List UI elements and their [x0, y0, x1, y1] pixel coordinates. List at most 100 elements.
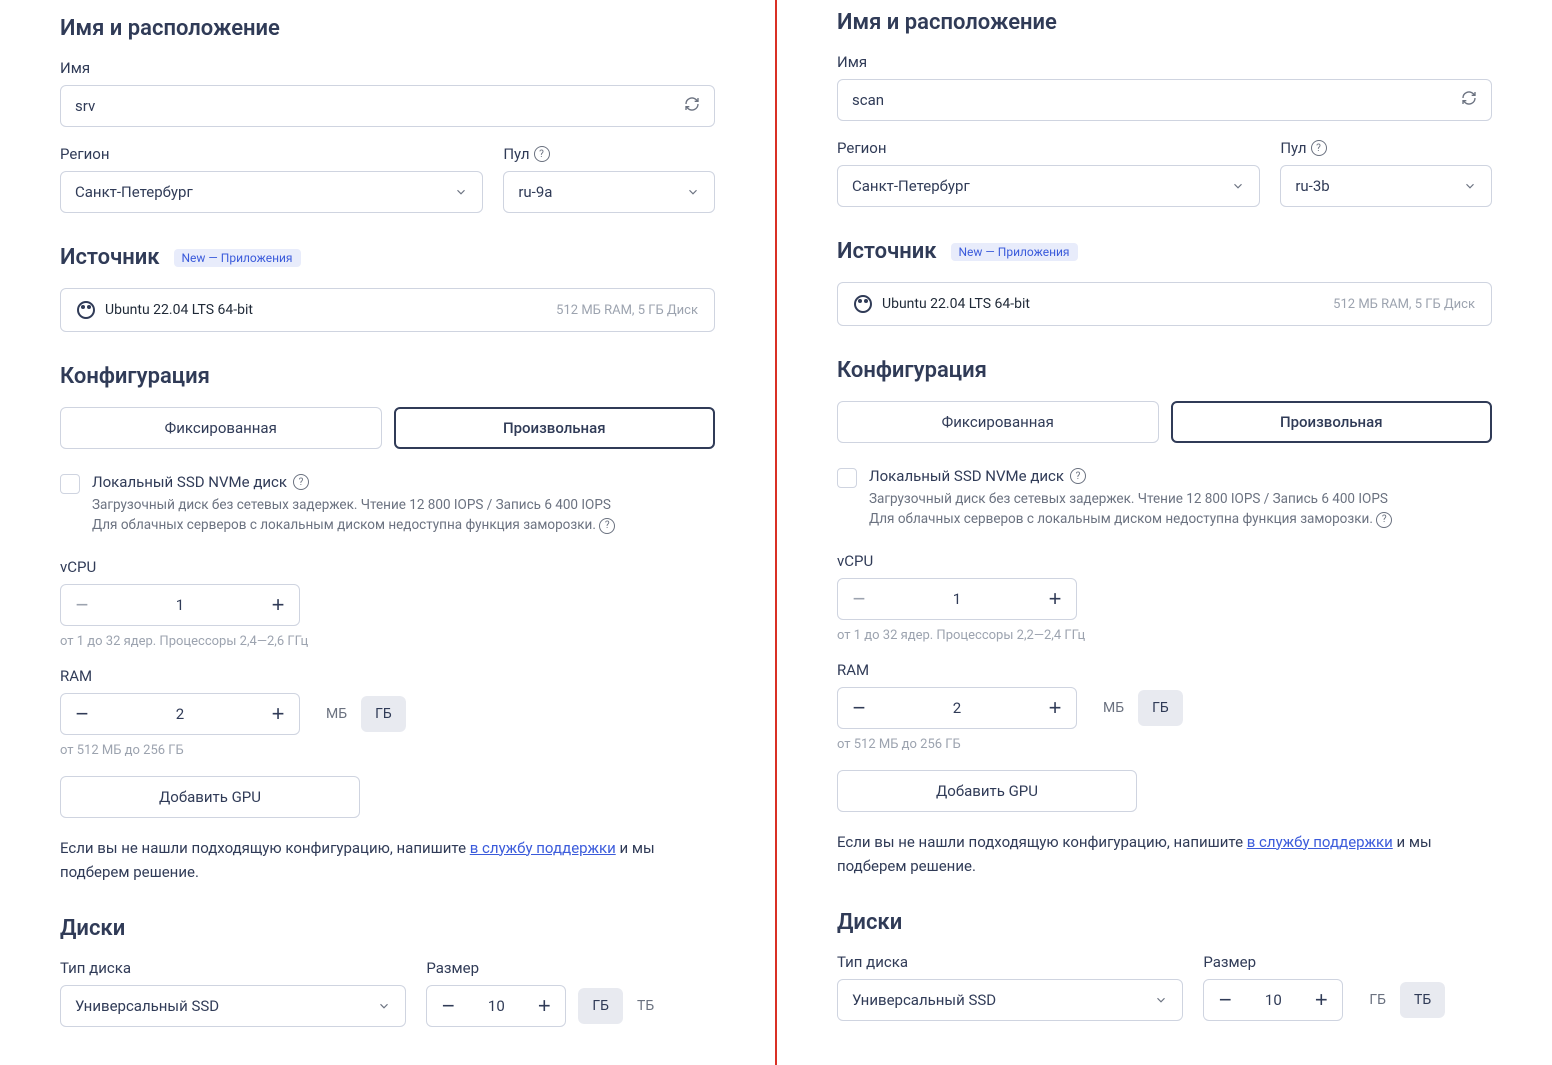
size-unit-toggle[interactable]: ГБ ТБ	[578, 988, 668, 1024]
size-unit-gb[interactable]: ГБ	[578, 988, 623, 1024]
disk-type-label: Тип диска	[60, 959, 406, 977]
local-ssd-checkbox[interactable]	[60, 474, 80, 494]
help-icon[interactable]: ?	[1070, 468, 1086, 484]
name-label: Имя	[837, 53, 1492, 71]
ram-value: 2	[880, 699, 1034, 717]
vcpu-hint: от 1 до 32 ядер. Процессоры 2,4—2,6 ГГц	[60, 634, 715, 649]
disk-type-value: Универсальный SSD	[852, 991, 996, 1009]
name-input-field[interactable]	[75, 97, 684, 115]
region-select[interactable]: Санкт-Петербург	[60, 171, 483, 213]
size-unit-tb[interactable]: ТБ	[623, 988, 668, 1024]
disk-type-value: Универсальный SSD	[75, 997, 219, 1015]
size-minus-button[interactable]: −	[1204, 980, 1246, 1020]
disk-type-label: Тип диска	[837, 953, 1183, 971]
ram-unit-toggle[interactable]: МБ ГБ	[1089, 690, 1183, 726]
vcpu-minus-button[interactable]: −	[61, 585, 103, 625]
ram-plus-button[interactable]: +	[1034, 688, 1076, 728]
help-icon[interactable]: ?	[599, 518, 615, 534]
section-title-name-location: Имя и расположение	[837, 10, 1492, 35]
help-icon[interactable]: ?	[534, 146, 550, 162]
ssd-desc-1: Загрузочный диск без сетевых задержек. Ч…	[869, 489, 1392, 509]
vcpu-minus-button[interactable]: −	[838, 579, 880, 619]
source-title: Источник	[60, 245, 160, 270]
disks-title: Диски	[60, 916, 715, 941]
vcpu-plus-button[interactable]: +	[257, 585, 299, 625]
ram-stepper[interactable]: − 2 +	[837, 687, 1077, 729]
vcpu-label: vCPU	[60, 558, 715, 576]
new-badge: New — Приложения	[951, 243, 1078, 261]
pool-label: Пул?	[503, 145, 715, 163]
disk-type-select[interactable]: Универсальный SSD	[837, 979, 1183, 1021]
source-box[interactable]: Ubuntu 22.04 LTS 64-bit 512 МБ RAM, 5 ГБ…	[60, 288, 715, 332]
ram-minus-button[interactable]: −	[61, 694, 103, 734]
vcpu-value: 1	[103, 596, 257, 614]
vcpu-stepper[interactable]: − 1 +	[837, 578, 1077, 620]
ram-unit-mb[interactable]: МБ	[1089, 690, 1138, 726]
chevron-down-icon	[1463, 179, 1477, 193]
vcpu-stepper[interactable]: − 1 +	[60, 584, 300, 626]
ssd-desc-2: Для облачных серверов с локальным диском…	[869, 509, 1392, 529]
size-unit-gb[interactable]: ГБ	[1355, 982, 1400, 1018]
config-fixed-button[interactable]: Фиксированная	[60, 407, 382, 449]
ram-stepper[interactable]: − 2 +	[60, 693, 300, 735]
new-badge: New — Приложения	[174, 249, 301, 267]
vcpu-plus-button[interactable]: +	[1034, 579, 1076, 619]
local-ssd-checkbox[interactable]	[837, 468, 857, 488]
size-label: Размер	[1203, 953, 1492, 971]
region-label: Регион	[60, 145, 483, 163]
support-link[interactable]: в службу поддержки	[470, 839, 616, 857]
ram-minus-button[interactable]: −	[838, 688, 880, 728]
ssd-title: Локальный SSD NVMe диск	[869, 467, 1064, 485]
chevron-down-icon	[1154, 993, 1168, 1007]
pane-left: Имя и расположение Имя Регион Санкт-Пете…	[0, 0, 777, 1065]
ram-value: 2	[103, 705, 257, 723]
support-text: Если вы не нашли подходящую конфигурацию…	[60, 836, 715, 884]
size-plus-button[interactable]: +	[1300, 980, 1342, 1020]
source-box[interactable]: Ubuntu 22.04 LTS 64-bit 512 МБ RAM, 5 ГБ…	[837, 282, 1492, 326]
ram-plus-button[interactable]: +	[257, 694, 299, 734]
pane-right: Имя и расположение Имя Регион Санкт-Пете…	[777, 0, 1552, 1065]
refresh-icon[interactable]	[1461, 90, 1477, 110]
source-os: Ubuntu 22.04 LTS 64-bit	[882, 296, 1030, 312]
help-icon[interactable]: ?	[293, 474, 309, 490]
chevron-down-icon	[686, 185, 700, 199]
ubuntu-icon	[77, 301, 95, 319]
config-custom-button[interactable]: Произвольная	[394, 407, 716, 449]
support-text: Если вы не нашли подходящую конфигурацию…	[837, 830, 1492, 878]
disk-type-select[interactable]: Универсальный SSD	[60, 985, 406, 1027]
pool-value: ru-3b	[1295, 177, 1329, 195]
ubuntu-icon	[854, 295, 872, 313]
size-unit-tb[interactable]: ТБ	[1400, 982, 1445, 1018]
ram-unit-toggle[interactable]: МБ ГБ	[312, 696, 406, 732]
pool-value: ru-9a	[518, 183, 552, 201]
refresh-icon[interactable]	[684, 96, 700, 116]
config-custom-button[interactable]: Произвольная	[1171, 401, 1493, 443]
size-stepper[interactable]: − 10 +	[426, 985, 566, 1027]
help-icon[interactable]: ?	[1311, 140, 1327, 156]
name-input[interactable]	[60, 85, 715, 127]
region-label: Регион	[837, 139, 1260, 157]
vcpu-value: 1	[880, 590, 1034, 608]
vcpu-hint: от 1 до 32 ядер. Процессоры 2,2—2,4 ГГц	[837, 628, 1492, 643]
ram-unit-gb[interactable]: ГБ	[361, 696, 406, 732]
add-gpu-button[interactable]: Добавить GPU	[837, 770, 1137, 812]
ssd-title: Локальный SSD NVMe диск	[92, 473, 287, 491]
ram-unit-mb[interactable]: МБ	[312, 696, 361, 732]
name-input[interactable]	[837, 79, 1492, 121]
add-gpu-button[interactable]: Добавить GPU	[60, 776, 360, 818]
region-select[interactable]: Санкт-Петербург	[837, 165, 1260, 207]
support-link[interactable]: в службу поддержки	[1247, 833, 1393, 851]
name-label: Имя	[60, 59, 715, 77]
config-fixed-button[interactable]: Фиксированная	[837, 401, 1159, 443]
ram-unit-gb[interactable]: ГБ	[1138, 690, 1183, 726]
size-unit-toggle[interactable]: ГБ ТБ	[1355, 982, 1445, 1018]
section-title-name-location: Имя и расположение	[60, 16, 715, 41]
source-req: 512 МБ RAM, 5 ГБ Диск	[1333, 297, 1475, 312]
chevron-down-icon	[454, 185, 468, 199]
name-input-field[interactable]	[852, 91, 1461, 109]
size-stepper[interactable]: − 10 +	[1203, 979, 1343, 1021]
pool-select[interactable]: ru-3b	[1280, 165, 1492, 207]
pool-select[interactable]: ru-9a	[503, 171, 715, 213]
source-req: 512 МБ RAM, 5 ГБ Диск	[556, 303, 698, 318]
help-icon[interactable]: ?	[1376, 512, 1392, 528]
